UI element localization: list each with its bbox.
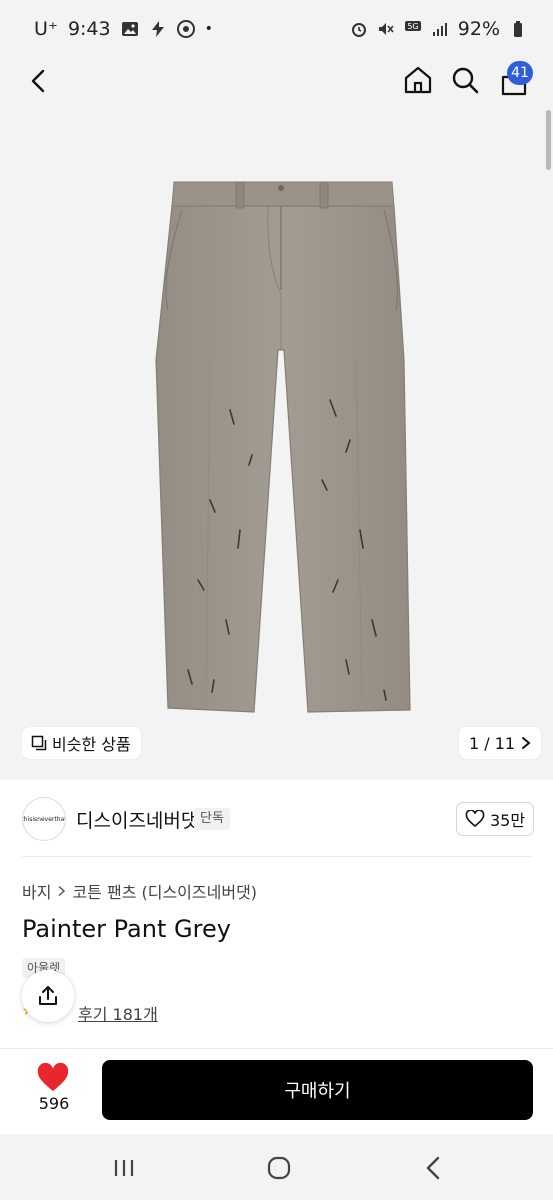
svg-text:5G: 5G bbox=[407, 22, 418, 31]
copy-icon bbox=[31, 735, 47, 751]
status-bar: U⁺ 9:43 • 5G 92% bbox=[0, 0, 553, 60]
exclusive-tag: 단독 bbox=[194, 808, 230, 830]
clock: 9:43 bbox=[67, 18, 111, 40]
heart-filled-icon bbox=[37, 1063, 69, 1091]
pants-illustration bbox=[155, 181, 411, 713]
back-nav-button[interactable] bbox=[420, 1154, 448, 1182]
mute-icon bbox=[378, 23, 394, 35]
share-button[interactable] bbox=[22, 970, 74, 1022]
reviews-link[interactable]: 후기 181개 bbox=[78, 1001, 158, 1025]
home-nav-button[interactable] bbox=[264, 1154, 294, 1182]
breadcrumb-subcategory[interactable]: 코튼 팬츠 (디스이즈네버댓) bbox=[72, 879, 257, 903]
recent-apps-icon bbox=[114, 1160, 134, 1176]
heart-outline-icon bbox=[465, 810, 485, 828]
alarm-icon bbox=[351, 23, 366, 37]
product-title: Painter Pant Grey bbox=[22, 915, 231, 943]
gallery-icon bbox=[121, 22, 138, 36]
battery-percent: 92% bbox=[457, 18, 500, 40]
chevron-right-icon bbox=[58, 885, 66, 897]
similar-items-label: 비슷한 상품 bbox=[52, 735, 131, 754]
carrier-label: U⁺ bbox=[34, 18, 58, 40]
cart-count-badge: 41 bbox=[507, 61, 533, 85]
brand-logo[interactable]: thisisneverthat bbox=[22, 797, 66, 841]
chevron-left-icon bbox=[31, 69, 45, 93]
scrollbar[interactable] bbox=[546, 110, 551, 170]
brand-name[interactable]: 디스이즈네버댓 bbox=[76, 806, 198, 833]
signal-icon bbox=[432, 23, 447, 36]
back-arrow-icon bbox=[426, 1156, 440, 1180]
search-button[interactable] bbox=[447, 62, 483, 98]
status-left: U⁺ 9:43 • bbox=[34, 18, 213, 40]
brand-logo-text: thisisneverthat bbox=[22, 815, 66, 823]
status-right: 5G 92% bbox=[350, 18, 527, 40]
chevron-right-icon bbox=[522, 737, 531, 749]
android-nav-bar bbox=[0, 1134, 553, 1200]
brand-like-count: 35만 bbox=[489, 811, 526, 830]
share-icon bbox=[39, 986, 57, 1005]
product-image[interactable] bbox=[0, 60, 553, 780]
battery-icon bbox=[514, 21, 522, 37]
chrome-icon bbox=[176, 20, 195, 38]
home-button[interactable] bbox=[400, 62, 436, 98]
breadcrumb-category[interactable]: 바지 bbox=[22, 879, 51, 903]
dot-icon: • bbox=[204, 21, 213, 37]
home-circle-icon bbox=[267, 1156, 291, 1180]
similar-items-button[interactable]: 비슷한 상품 bbox=[22, 727, 141, 759]
5g-icon: 5G bbox=[404, 21, 421, 31]
home-icon bbox=[404, 66, 432, 94]
breadcrumb: 바지 코튼 팬츠 (디스이즈네버댓) bbox=[22, 879, 257, 903]
buy-button[interactable]: 구매하기 bbox=[102, 1060, 533, 1120]
brand-like-button[interactable]: 35만 bbox=[456, 802, 534, 836]
wishlist-count: 596 bbox=[38, 1094, 70, 1113]
back-button[interactable] bbox=[22, 64, 56, 98]
recent-apps-button[interactable] bbox=[110, 1154, 138, 1182]
divider bbox=[22, 856, 531, 857]
image-page-indicator: 1 / 11 bbox=[469, 733, 516, 753]
search-icon bbox=[452, 67, 479, 94]
image-pager[interactable]: 1 / 11 bbox=[459, 727, 542, 759]
lightning-icon bbox=[151, 21, 164, 37]
